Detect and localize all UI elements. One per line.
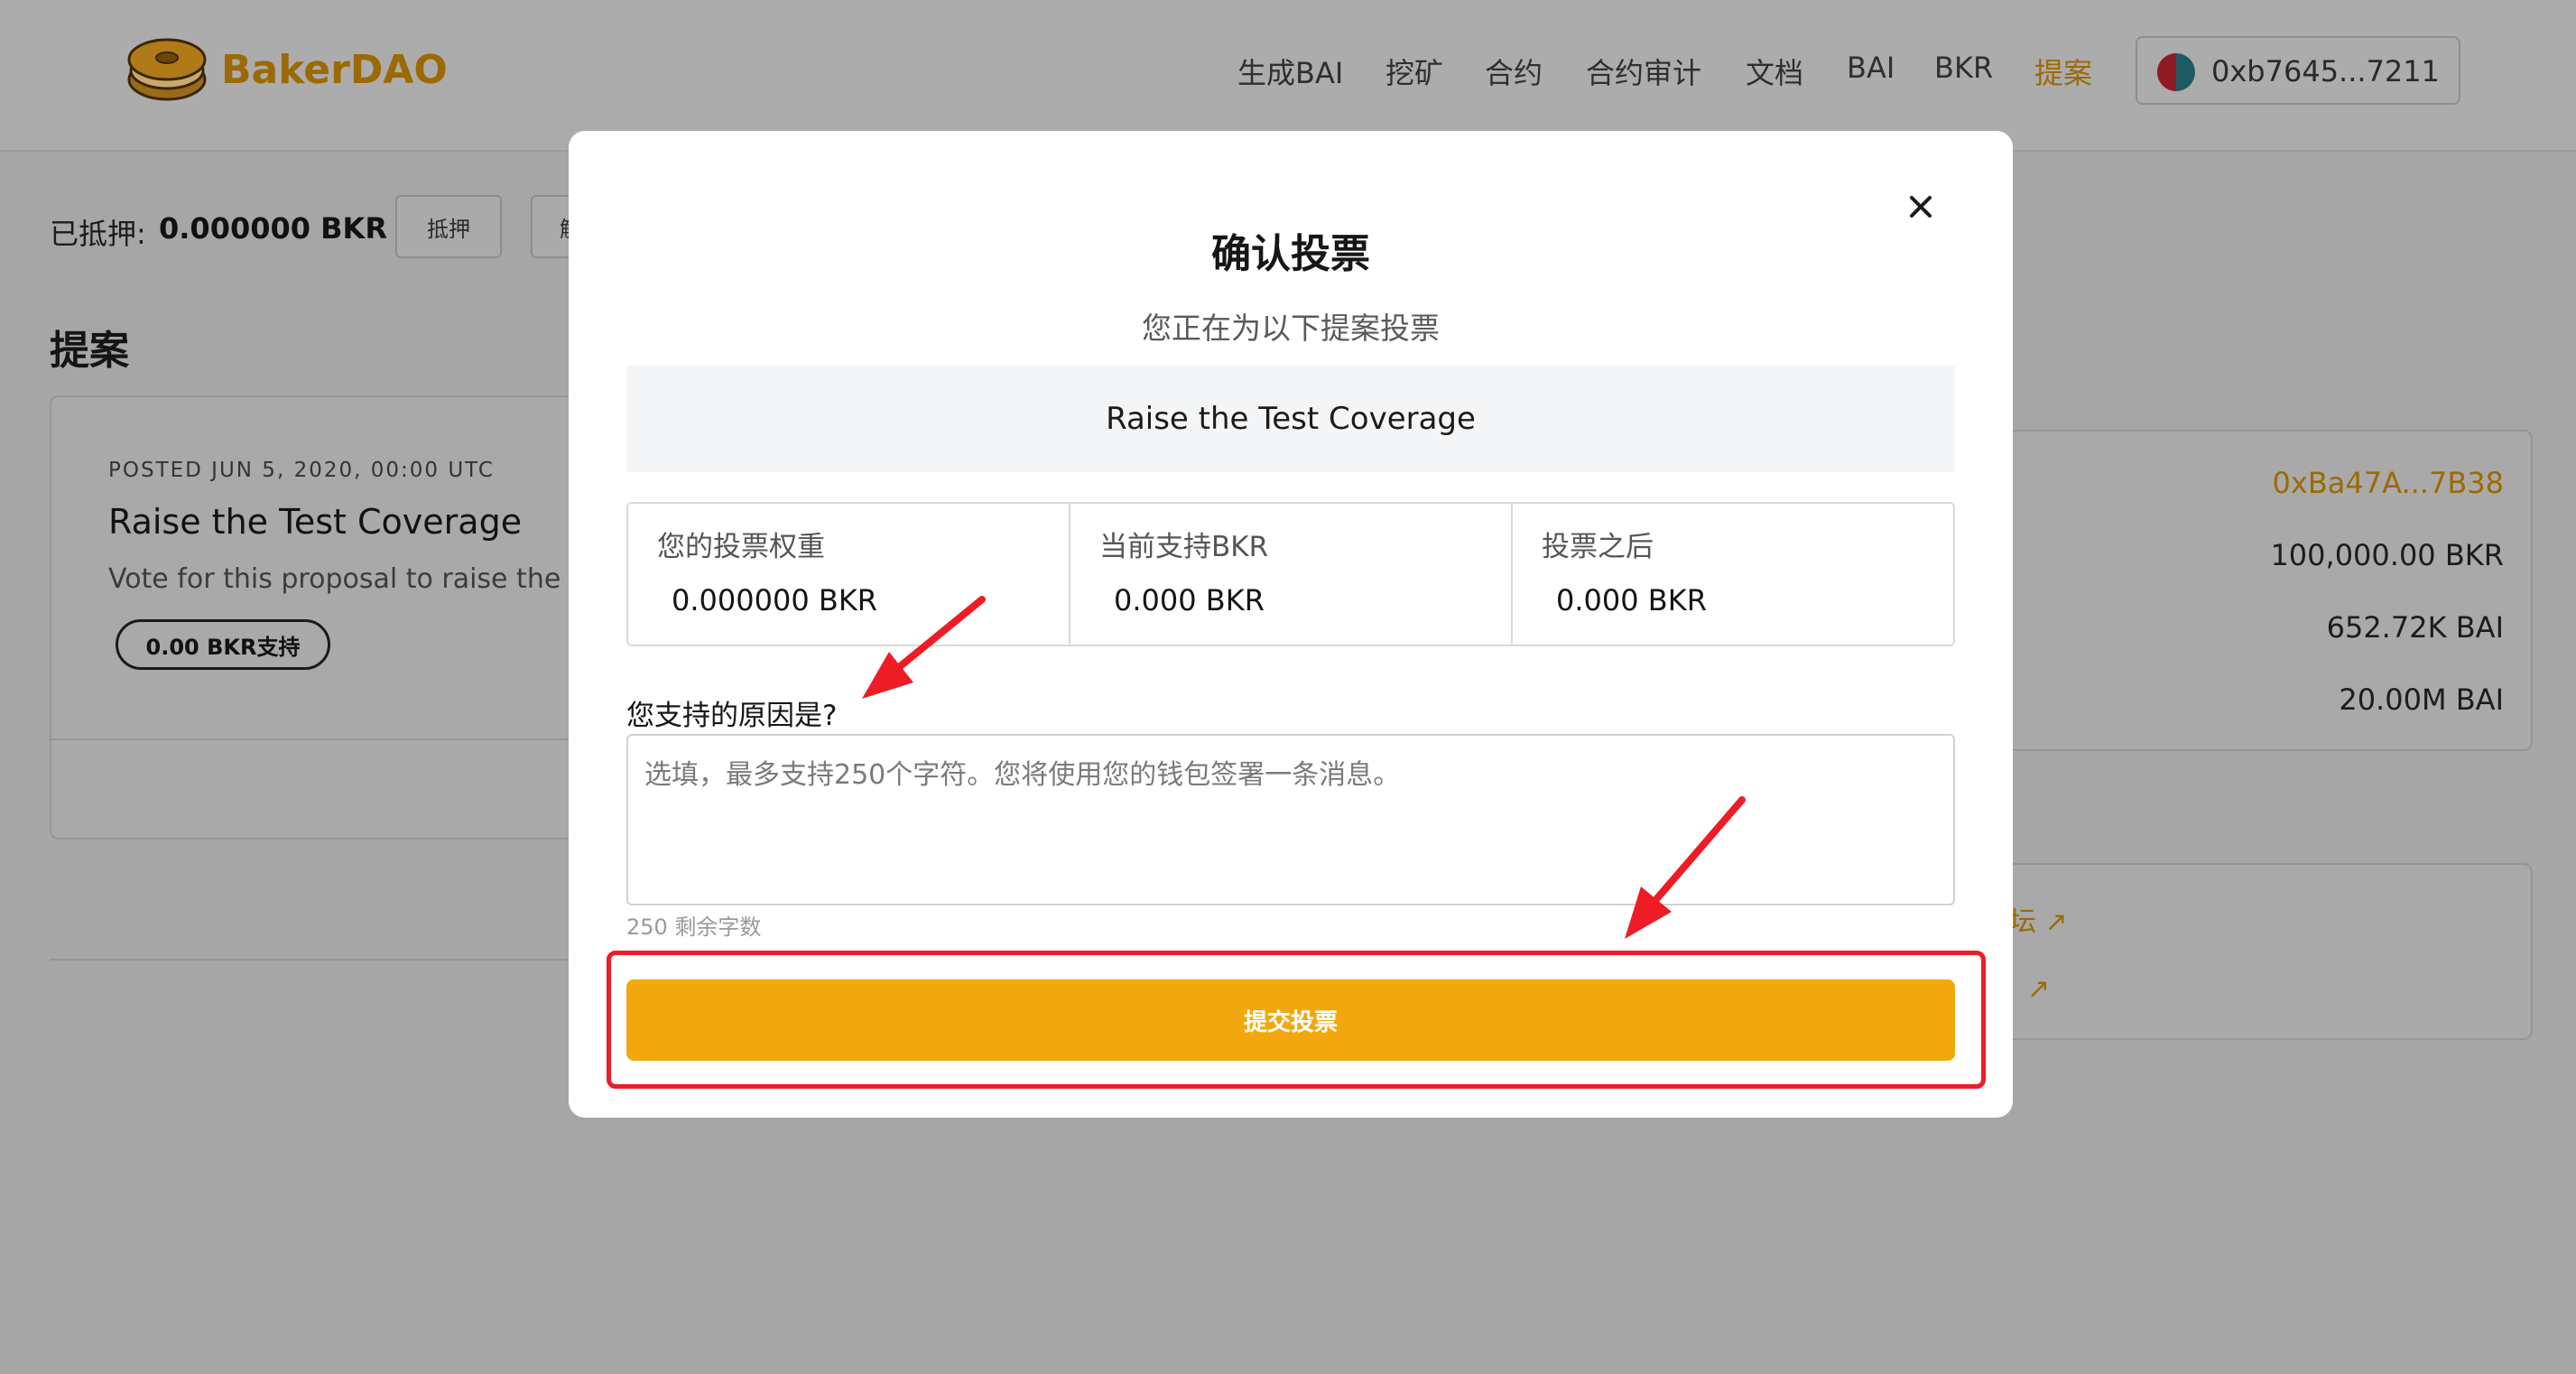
arrow-to-submit-icon <box>1625 796 1746 939</box>
annotation-arrows <box>862 596 1746 939</box>
arrow-to-reason-icon <box>862 596 986 699</box>
